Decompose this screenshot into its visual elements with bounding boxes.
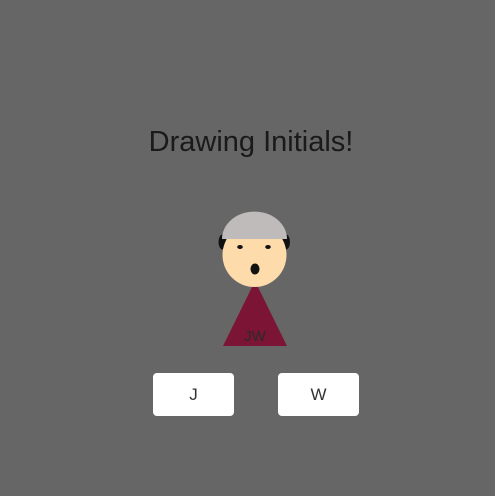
initials-figure: JW (214, 196, 294, 350)
page-title: Drawing Initials! (148, 126, 354, 158)
hair (222, 211, 287, 239)
right-eye (265, 245, 271, 249)
figure-initials: JW (244, 328, 267, 345)
letter-j-button[interactable]: J (153, 373, 234, 416)
left-eye (237, 245, 243, 249)
mouth (250, 263, 260, 275)
figure-drawing: JW (218, 211, 290, 346)
letter-w-button[interactable]: W (278, 373, 359, 416)
